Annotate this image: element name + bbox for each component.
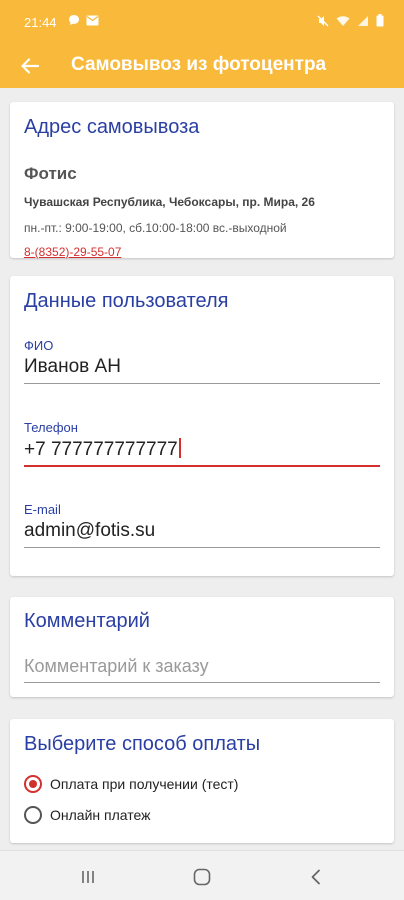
page-title: Самовывоз из фотоцентра (71, 54, 327, 75)
payment-option-label: Онлайн платеж (50, 807, 151, 823)
mute-icon (317, 15, 329, 30)
comment-input[interactable]: Комментарий к заказу (24, 656, 380, 677)
email-underline (24, 547, 380, 548)
shop-name: Фотис (24, 164, 77, 183)
radio-checked-icon[interactable] (24, 775, 42, 793)
comment-card: Комментарий Комментарий к заказу (10, 597, 394, 697)
comment-title: Комментарий (24, 610, 150, 632)
status-time: 21:44 (24, 15, 57, 30)
payment-option-online[interactable]: Онлайн платеж (24, 806, 151, 824)
shop-address: Чувашская Республика, Чебоксары, пр. Мир… (24, 195, 315, 209)
fio-input[interactable]: Иванов АН (24, 356, 380, 378)
phone-value: +7 777777777777 (24, 439, 178, 460)
pickup-address-card: Адрес самовывоза Фотис Чувашская Республ… (10, 102, 394, 259)
comment-underline (24, 682, 380, 683)
home-icon[interactable] (188, 863, 216, 891)
fio-underline (24, 383, 380, 384)
pickup-address-title: Адрес самовывоза (24, 116, 200, 138)
email-input[interactable]: admin@fotis.su (24, 520, 380, 542)
email-label: E-mail (24, 502, 61, 517)
wifi-icon (336, 15, 350, 30)
user-data-title: Данные пользователя (24, 290, 229, 312)
payment-option-on-delivery[interactable]: Оплата при получении (тест) (24, 775, 238, 793)
shop-phone-link[interactable]: 8-(8352)-29-55-07 (24, 245, 121, 259)
battery-icon (376, 14, 384, 30)
app-bar: Самовывоз из фотоцентра (0, 44, 404, 88)
mail-icon (86, 14, 99, 29)
status-bar: 21:44 (0, 0, 404, 44)
radio-unchecked-icon[interactable] (24, 806, 42, 824)
scroll-content[interactable]: Адрес самовывоза Фотис Чувашская Республ… (0, 88, 404, 850)
payment-method-card: Выберите способ оплаты Оплата при получе… (10, 719, 394, 843)
phone-label: Телефон (24, 420, 78, 435)
recent-apps-icon[interactable] (74, 863, 102, 891)
fio-label: ФИО (24, 338, 54, 353)
payment-method-title: Выберите способ оплаты (24, 733, 261, 755)
user-data-card: Данные пользователя ФИО Иванов АН Телефо… (10, 276, 394, 576)
status-notification-icons (68, 14, 99, 29)
phone-underline-active (24, 465, 380, 467)
chat-bubble-icon (68, 14, 80, 29)
phone-input[interactable]: +7 777777777777 (24, 438, 380, 461)
status-system-icons (317, 14, 384, 30)
arrow-left-icon[interactable] (16, 52, 44, 80)
signal-icon (357, 15, 369, 30)
payment-option-label: Оплата при получении (тест) (50, 776, 239, 792)
text-cursor (178, 438, 181, 458)
shop-hours: пн.-пт.: 9:00-19:00, сб.10:00-18:00 вс.-… (24, 221, 287, 235)
back-icon[interactable] (302, 863, 330, 891)
system-nav-bar (0, 850, 404, 900)
